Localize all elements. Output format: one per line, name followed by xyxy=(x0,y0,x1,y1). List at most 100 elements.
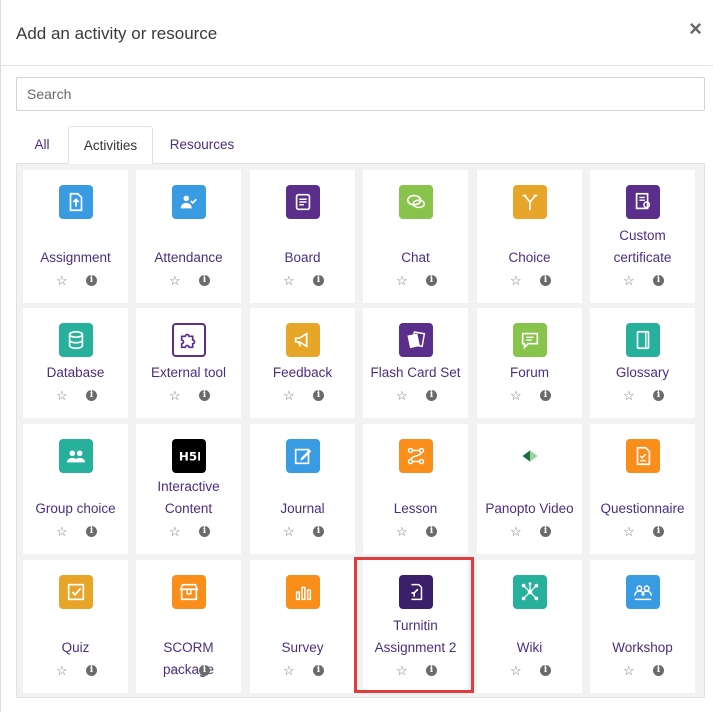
tab-all[interactable]: All xyxy=(16,126,68,164)
info-icon[interactable]: i xyxy=(199,390,210,401)
info-icon[interactable]: i xyxy=(313,665,324,676)
activity-tile-workshop[interactable]: Workshop ☆ i xyxy=(590,560,695,693)
star-icon[interactable]: ☆ xyxy=(169,663,181,679)
questionnaire-icon xyxy=(626,439,660,473)
close-icon[interactable]: × xyxy=(689,18,702,40)
activity-tile-attendance[interactable]: Attendance ☆ i xyxy=(136,170,241,303)
activity-tile-interactive-content[interactable]: H5P Interactive Content ☆ i xyxy=(136,424,241,554)
activity-label: Feedback xyxy=(272,365,333,380)
star-icon[interactable]: ☆ xyxy=(169,524,181,540)
star-icon[interactable]: ☆ xyxy=(56,273,68,289)
info-icon[interactable]: i xyxy=(426,665,437,676)
activity-tile-custom-certificate[interactable]: Custom certificate ☆ i xyxy=(590,170,695,303)
activity-tile-scorm-package[interactable]: SCORM package ☆ i xyxy=(136,560,241,693)
activity-tile-assignment[interactable]: Assignment ☆ i xyxy=(23,170,128,303)
activity-tile-board[interactable]: Board ☆ i xyxy=(250,170,355,303)
star-icon[interactable]: ☆ xyxy=(283,524,295,540)
activity-tile-panopto-video[interactable]: Panopto Video ☆ i xyxy=(477,424,582,554)
star-icon[interactable]: ☆ xyxy=(56,388,68,404)
tile-actions: ☆ i xyxy=(590,663,695,679)
star-icon[interactable]: ☆ xyxy=(623,663,635,679)
tile-actions: ☆ i xyxy=(477,663,582,679)
activity-tile-wiki[interactable]: Wiki ☆ i xyxy=(477,560,582,693)
info-icon[interactable]: i xyxy=(426,390,437,401)
star-icon[interactable]: ☆ xyxy=(623,273,635,289)
star-icon[interactable]: ☆ xyxy=(510,388,522,404)
activity-tile-forum[interactable]: Forum ☆ i xyxy=(477,308,582,418)
info-icon[interactable]: i xyxy=(653,665,664,676)
info-icon[interactable]: i xyxy=(199,665,210,676)
info-icon[interactable]: i xyxy=(653,275,664,286)
star-icon[interactable]: ☆ xyxy=(510,524,522,540)
star-icon[interactable]: ☆ xyxy=(169,273,181,289)
activity-tile-database[interactable]: Database ☆ i xyxy=(23,308,128,418)
info-icon[interactable]: i xyxy=(199,526,210,537)
info-icon[interactable]: i xyxy=(426,526,437,537)
star-icon[interactable]: ☆ xyxy=(510,663,522,679)
tile-actions: ☆ i xyxy=(136,663,241,679)
star-icon[interactable]: ☆ xyxy=(283,663,295,679)
activity-label: Interactive Content xyxy=(157,479,220,516)
activity-tile-lesson[interactable]: Lesson ☆ i xyxy=(363,424,468,554)
activity-label: Database xyxy=(46,365,105,380)
star-icon[interactable]: ☆ xyxy=(56,524,68,540)
activity-label: Glossary xyxy=(615,365,670,380)
info-icon[interactable]: i xyxy=(540,390,551,401)
info-icon[interactable]: i xyxy=(426,275,437,286)
info-icon[interactable]: i xyxy=(540,275,551,286)
activity-label: Journal xyxy=(280,501,325,516)
svg-text:H5P: H5P xyxy=(179,450,200,464)
info-icon[interactable]: i xyxy=(199,275,210,286)
activity-tile-feedback[interactable]: Feedback ☆ i xyxy=(250,308,355,418)
activity-tile-flash-card-set[interactable]: Flash Card Set ☆ i xyxy=(363,308,468,418)
activity-label: Wiki xyxy=(516,640,543,655)
star-icon[interactable]: ☆ xyxy=(396,663,408,679)
info-icon[interactable]: i xyxy=(653,526,664,537)
activity-label: Chat xyxy=(401,250,430,265)
star-icon[interactable]: ☆ xyxy=(283,388,295,404)
activity-tile-external-tool[interactable]: External tool ☆ i xyxy=(136,308,241,418)
info-icon[interactable]: i xyxy=(86,526,97,537)
search-input[interactable] xyxy=(16,77,705,111)
info-icon[interactable]: i xyxy=(86,665,97,676)
tile-actions: ☆ i xyxy=(250,273,355,289)
choice-icon xyxy=(513,185,547,219)
activity-tile-turnitin-assignment-2[interactable]: Turnitin Assignment 2 ☆ i xyxy=(363,560,468,693)
activity-tile-questionnaire[interactable]: Questionnaire ☆ i xyxy=(590,424,695,554)
activity-tile-choice[interactable]: Choice ☆ i xyxy=(477,170,582,303)
info-icon[interactable]: i xyxy=(86,275,97,286)
activity-label: Questionnaire xyxy=(600,501,685,516)
star-icon[interactable]: ☆ xyxy=(396,388,408,404)
activity-tile-glossary[interactable]: Glossary ☆ i xyxy=(590,308,695,418)
star-icon[interactable]: ☆ xyxy=(623,388,635,404)
info-icon[interactable]: i xyxy=(540,665,551,676)
info-icon[interactable]: i xyxy=(86,390,97,401)
info-icon[interactable]: i xyxy=(313,526,324,537)
info-icon[interactable]: i xyxy=(653,390,664,401)
tile-actions: ☆ i xyxy=(23,663,128,679)
info-icon[interactable]: i xyxy=(313,390,324,401)
star-icon[interactable]: ☆ xyxy=(396,524,408,540)
star-icon[interactable]: ☆ xyxy=(396,273,408,289)
activity-tile-survey[interactable]: Survey ☆ i xyxy=(250,560,355,693)
tile-actions: ☆ i xyxy=(363,388,468,404)
star-icon[interactable]: ☆ xyxy=(283,273,295,289)
activity-tile-journal[interactable]: Journal ☆ i xyxy=(250,424,355,554)
star-icon[interactable]: ☆ xyxy=(56,663,68,679)
star-icon[interactable]: ☆ xyxy=(169,388,181,404)
info-icon[interactable]: i xyxy=(313,275,324,286)
puzzle-icon xyxy=(172,323,206,357)
tile-actions: ☆ i xyxy=(23,524,128,540)
info-icon[interactable]: i xyxy=(540,526,551,537)
activity-tile-group-choice[interactable]: Group choice ☆ i xyxy=(23,424,128,554)
tab-activities[interactable]: Activities xyxy=(68,126,153,164)
activity-label: Assignment xyxy=(40,250,111,265)
star-icon[interactable]: ☆ xyxy=(510,273,522,289)
activity-tile-quiz[interactable]: Quiz ☆ i xyxy=(23,560,128,693)
dialog-header: Add an activity or resource × xyxy=(1,0,713,66)
activity-tile-chat[interactable]: Chat ☆ i xyxy=(363,170,468,303)
workshop-icon xyxy=(626,575,660,609)
survey-icon xyxy=(286,575,320,609)
star-icon[interactable]: ☆ xyxy=(623,524,635,540)
tab-resources[interactable]: Resources xyxy=(156,126,248,164)
